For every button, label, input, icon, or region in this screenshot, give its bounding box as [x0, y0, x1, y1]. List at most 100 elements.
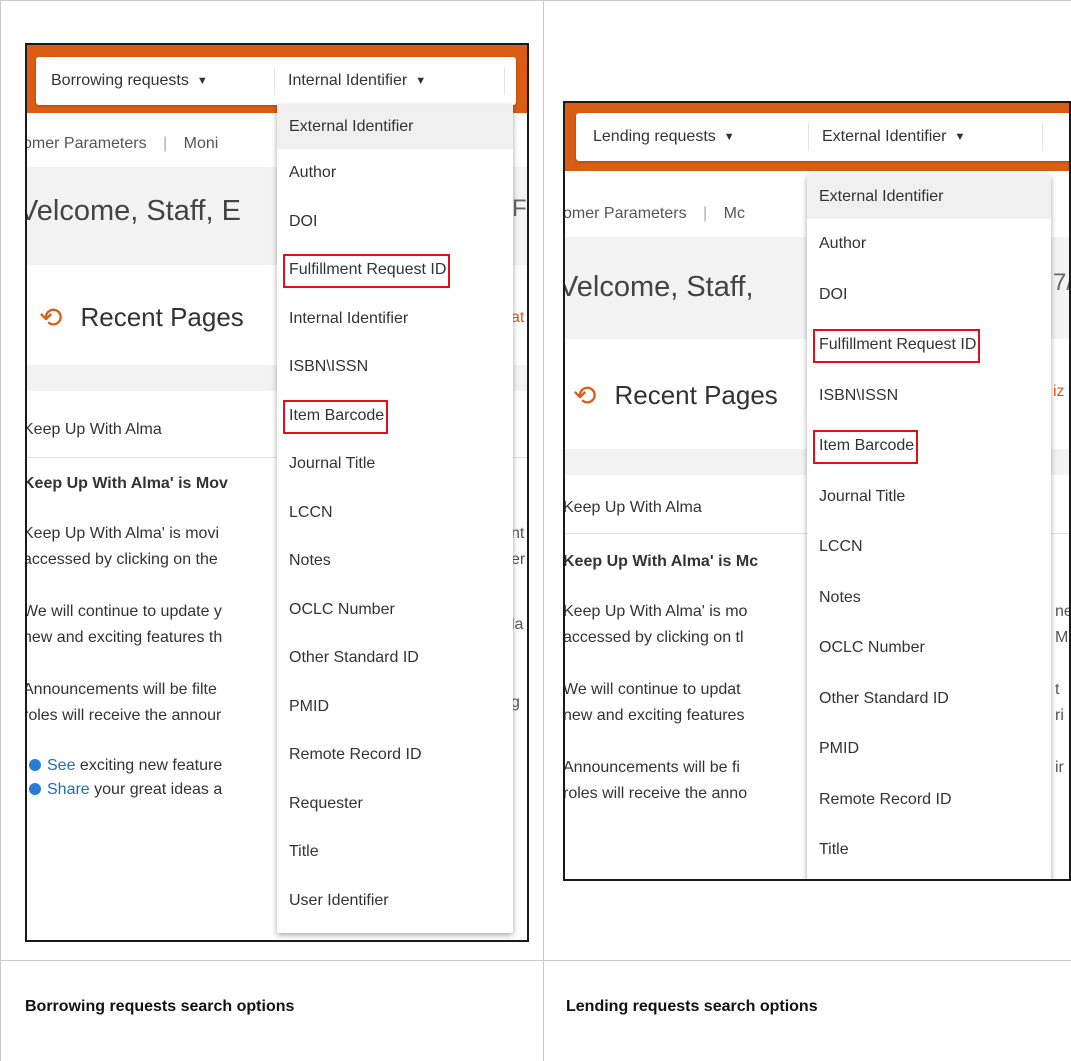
menu-item[interactable]: Author: [277, 149, 513, 198]
menu-item-label: Notes: [819, 588, 861, 606]
menu-item-label: Other Standard ID: [819, 689, 949, 707]
announcement-text: We will continue to update y: [25, 603, 222, 620]
menu-item[interactable]: External Identifier: [277, 105, 513, 149]
history-icon: ⟲: [39, 302, 63, 333]
subnav-item-customer-parameters[interactable]: omer Parameters: [565, 205, 687, 222]
menu-item-label: Author: [819, 235, 867, 253]
menu-item-label: Journal Title: [819, 487, 906, 505]
clipped-text: M: [1055, 629, 1069, 646]
menu-item-label: Remote Record ID: [819, 790, 952, 808]
see-features-text: exciting new feature: [75, 757, 223, 774]
chevron-down-icon: ▼: [723, 131, 735, 143]
menu-item-label: Title: [819, 841, 849, 859]
caption-borrowing: Borrowing requests search options: [25, 998, 295, 1015]
chevron-down-icon: ▼: [196, 75, 208, 87]
search-field-dropdown[interactable]: External Identifier ▼: [822, 113, 965, 161]
menu-item[interactable]: External Identifier: [807, 175, 1051, 219]
sub-navigation: omer Parameters | Moni: [27, 135, 219, 153]
search-bar-divider: [1042, 123, 1043, 151]
menu-item[interactable]: LCCN: [277, 489, 513, 538]
recent-pages-title: ⟲ Recent Pages: [39, 301, 244, 334]
search-field-label: Internal Identifier: [288, 72, 408, 89]
menu-item[interactable]: User Identifier: [277, 877, 513, 926]
menu-item-label: External Identifier: [819, 188, 944, 205]
search-type-dropdown[interactable]: Lending requests ▼: [593, 113, 735, 161]
menu-item-label: PMID: [819, 740, 859, 758]
menu-item-label: PMID: [289, 697, 329, 715]
menu-item[interactable]: Other Standard ID: [807, 674, 1051, 725]
clipped-text: nt: [511, 525, 525, 542]
search-bar: Lending requests ▼ External Identifier ▼: [576, 113, 1069, 161]
see-link[interactable]: See: [47, 757, 75, 774]
menu-item-label: ISBN\ISSN: [289, 358, 369, 376]
welcome-heading: Velcome, Staff,: [563, 271, 754, 303]
menu-item-label: OCLC Number: [819, 639, 925, 657]
menu-item[interactable]: OCLC Number: [277, 586, 513, 635]
share-ideas-text: your great ideas a: [89, 781, 223, 798]
menu-item[interactable]: Title: [277, 828, 513, 877]
menu-item[interactable]: Journal Title: [807, 472, 1051, 523]
subnav-item-customer-parameters[interactable]: omer Parameters: [27, 135, 147, 152]
clipped-text: ne: [1055, 603, 1069, 620]
menu-item[interactable]: PMID: [277, 683, 513, 732]
clipped-text: ir: [1055, 759, 1064, 776]
menu-item[interactable]: ISBN\ISSN: [277, 343, 513, 392]
clipped-text: t: [1055, 681, 1060, 698]
menu-item-label: DOI: [819, 285, 848, 303]
search-field-dropdown[interactable]: Internal Identifier ▼: [288, 57, 426, 105]
menu-item[interactable]: ISBN\ISSN: [807, 371, 1051, 422]
keep-up-title: Keep Up With Alma: [563, 499, 702, 516]
menu-item-label: Other Standard ID: [289, 649, 419, 667]
menu-item[interactable]: Internal Identifier: [277, 295, 513, 344]
menu-item[interactable]: DOI: [807, 270, 1051, 321]
announcement-text: new and exciting features th: [25, 629, 223, 646]
menu-item[interactable]: Notes: [807, 573, 1051, 624]
menu-item-label: LCCN: [819, 538, 863, 556]
keep-up-heading: Keep Up With Alma' is Mc: [563, 553, 759, 570]
welcome-heading-edge: 7/: [1053, 269, 1069, 296]
menu-item[interactable]: Requester: [277, 780, 513, 829]
menu-item[interactable]: Remote Record ID: [277, 731, 513, 780]
menu-item[interactable]: OCLC Number: [807, 623, 1051, 674]
menu-item[interactable]: Other Standard ID: [277, 634, 513, 683]
clipped-text: er: [511, 551, 526, 568]
search-bar-divider: [274, 67, 275, 95]
menu-item-label: Remote Record ID: [289, 746, 422, 764]
search-type-label: Borrowing requests: [51, 72, 189, 89]
share-link[interactable]: Share: [47, 781, 90, 798]
clipped-text: ri: [1055, 707, 1064, 724]
menu-item-label: ISBN\ISSN: [819, 386, 899, 404]
menu-item[interactable]: Author: [807, 219, 1051, 270]
menu-item[interactable]: PMID: [807, 724, 1051, 775]
menu-item-label: Author: [289, 164, 337, 182]
menu-item[interactable]: Journal Title: [277, 440, 513, 489]
menu-item[interactable]: LCCN: [807, 522, 1051, 573]
subnav-item-monitor[interactable]: Moni: [184, 135, 219, 152]
menu-item-label: Notes: [289, 552, 331, 570]
menu-item-label: Internal Identifier: [289, 309, 409, 327]
subnav-separator: |: [703, 205, 708, 222]
lending-screenshot: Lending requests ▼ External Identifier ▼…: [563, 101, 1071, 881]
globe-icon: [29, 759, 41, 771]
menu-item[interactable]: Remote Record ID: [807, 775, 1051, 826]
subnav-item-monitor[interactable]: Mc: [724, 205, 745, 222]
history-icon: ⟲: [573, 380, 597, 411]
menu-item[interactable]: Title: [807, 825, 1051, 876]
recent-pages-title: ⟲ Recent Pages: [573, 379, 778, 412]
chevron-down-icon: ▼: [954, 131, 966, 143]
table-border-top: [0, 0, 1071, 1]
table-row-divider: [0, 960, 1071, 961]
subnav-separator: |: [163, 135, 168, 152]
recent-pages-label: Recent Pages: [80, 302, 244, 332]
highlight-box: [283, 399, 388, 434]
announcement-text: roles will receive the anno: [563, 785, 748, 802]
lightbulb-icon: [29, 783, 41, 795]
chevron-down-icon: ▼: [415, 75, 427, 87]
welcome-heading: Velcome, Staff, E: [25, 195, 241, 227]
menu-item[interactable]: Notes: [277, 537, 513, 586]
menu-item[interactable]: DOI: [277, 198, 513, 247]
announcement-text: Keep Up With Alma' is mo: [563, 603, 748, 620]
search-type-dropdown[interactable]: Borrowing requests ▼: [51, 57, 208, 105]
share-ideas-line: Share your great ideas a: [29, 781, 222, 799]
recent-pages-edge: at: [511, 309, 525, 326]
